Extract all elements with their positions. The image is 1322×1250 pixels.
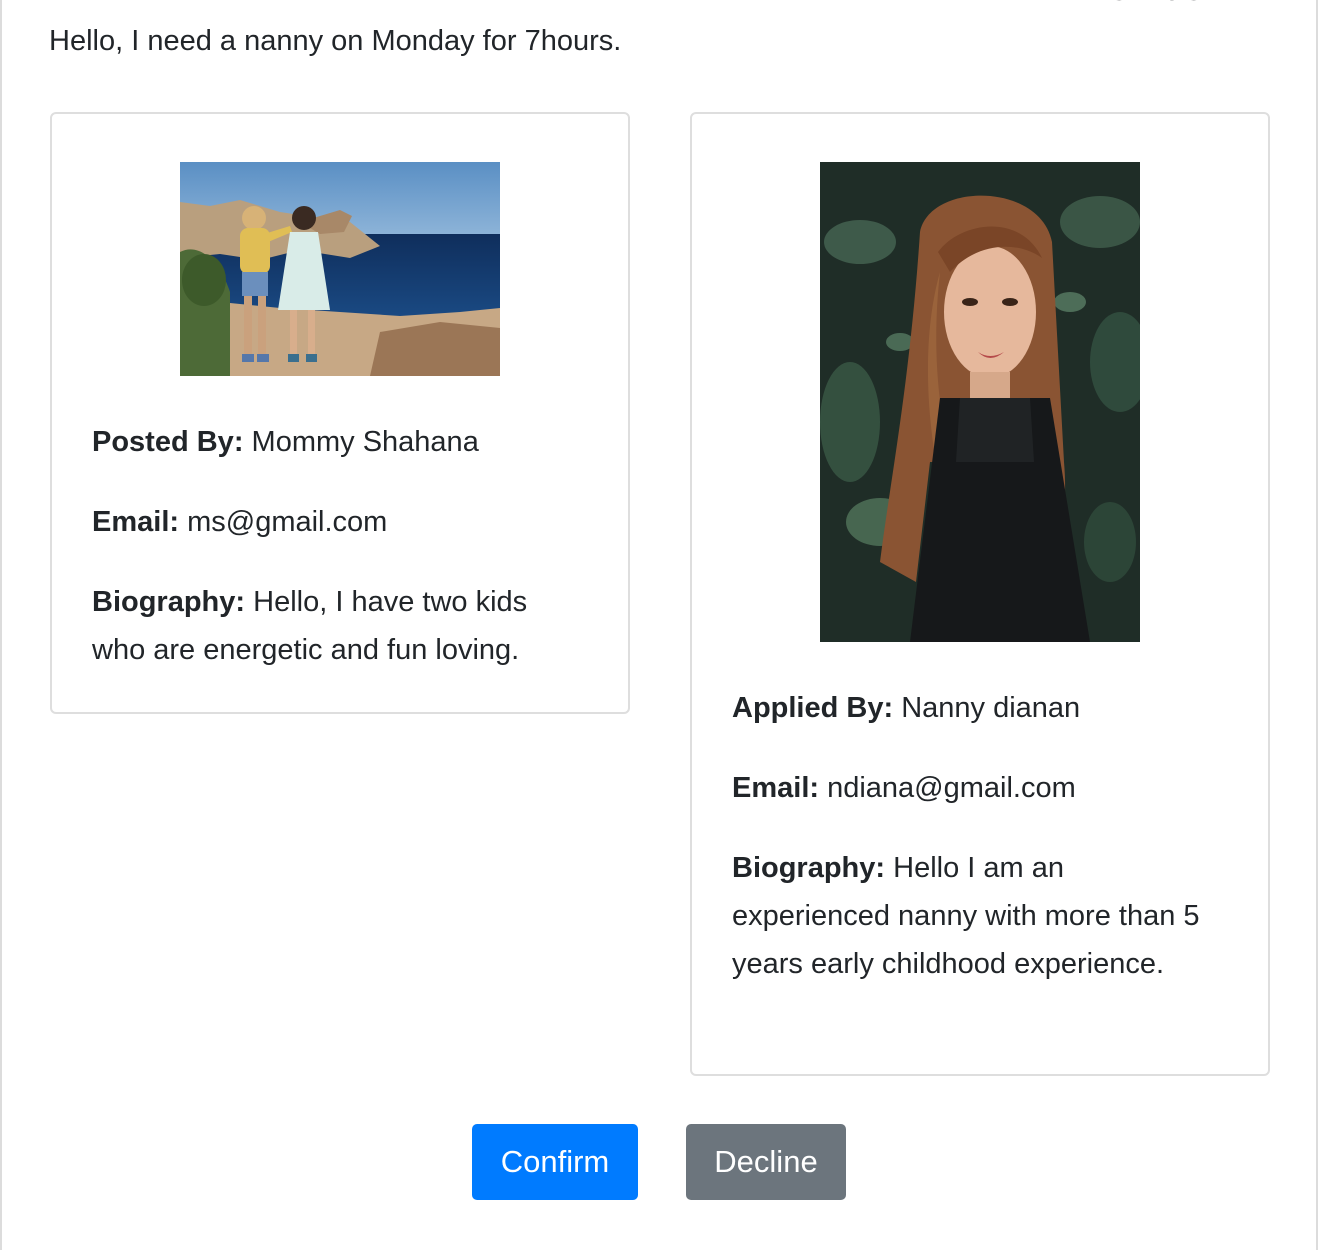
nanny-biography-label: Biography: [732, 852, 886, 884]
job-description: Hello, I need a nanny on Monday for 7hou… [49, 25, 622, 57]
posted-by-label: Posted By: [92, 426, 244, 458]
woman-portrait-photo-icon [820, 162, 1140, 642]
nanny-biography-line: Biography: Hello I am an experienced nan… [732, 844, 1228, 988]
decline-button[interactable]: Decline [686, 1124, 846, 1200]
parent-email-line: Email: ms@gmail.com [92, 498, 588, 546]
nanny-email-label: Email: [732, 772, 820, 804]
parent-info: Posted By: Mommy Shahana Email: ms@gmail… [92, 418, 588, 706]
parent-email-label: Email: [92, 506, 180, 538]
parent-biography-line: Biography: Hello, I have two kids who ar… [92, 578, 588, 674]
parent-biography-label: Biography: [92, 586, 246, 618]
nanny-email-value: ndiana@gmail.com [827, 772, 1076, 804]
parent-email-value: ms@gmail.com [187, 506, 388, 538]
confirm-button[interactable]: Confirm [472, 1124, 638, 1200]
nanny-photo [820, 162, 1140, 642]
nanny-info: Applied By: Nanny dianan Email: ndiana@g… [732, 684, 1228, 1020]
nanny-profile-card: Applied By: Nanny dianan Email: ndiana@g… [690, 112, 1270, 1076]
posted-by-value: Mommy Shahana [251, 426, 479, 458]
applied-by-value: Nanny dianan [901, 692, 1081, 724]
kids-at-seaside-photo-icon [180, 162, 500, 376]
posted-by-line: Posted By: Mommy Shahana [92, 418, 588, 466]
kids-photo [180, 162, 500, 376]
nanny-email-line: Email: ndiana@gmail.com [732, 764, 1228, 812]
applied-by-line: Applied By: Nanny dianan [732, 684, 1228, 732]
applied-by-label: Applied By: [732, 692, 894, 724]
address-text-cut-off: BC V0C 1T1 [1086, 0, 1274, 8]
parent-profile-card: Posted By: Mommy Shahana Email: ms@gmail… [50, 112, 630, 714]
